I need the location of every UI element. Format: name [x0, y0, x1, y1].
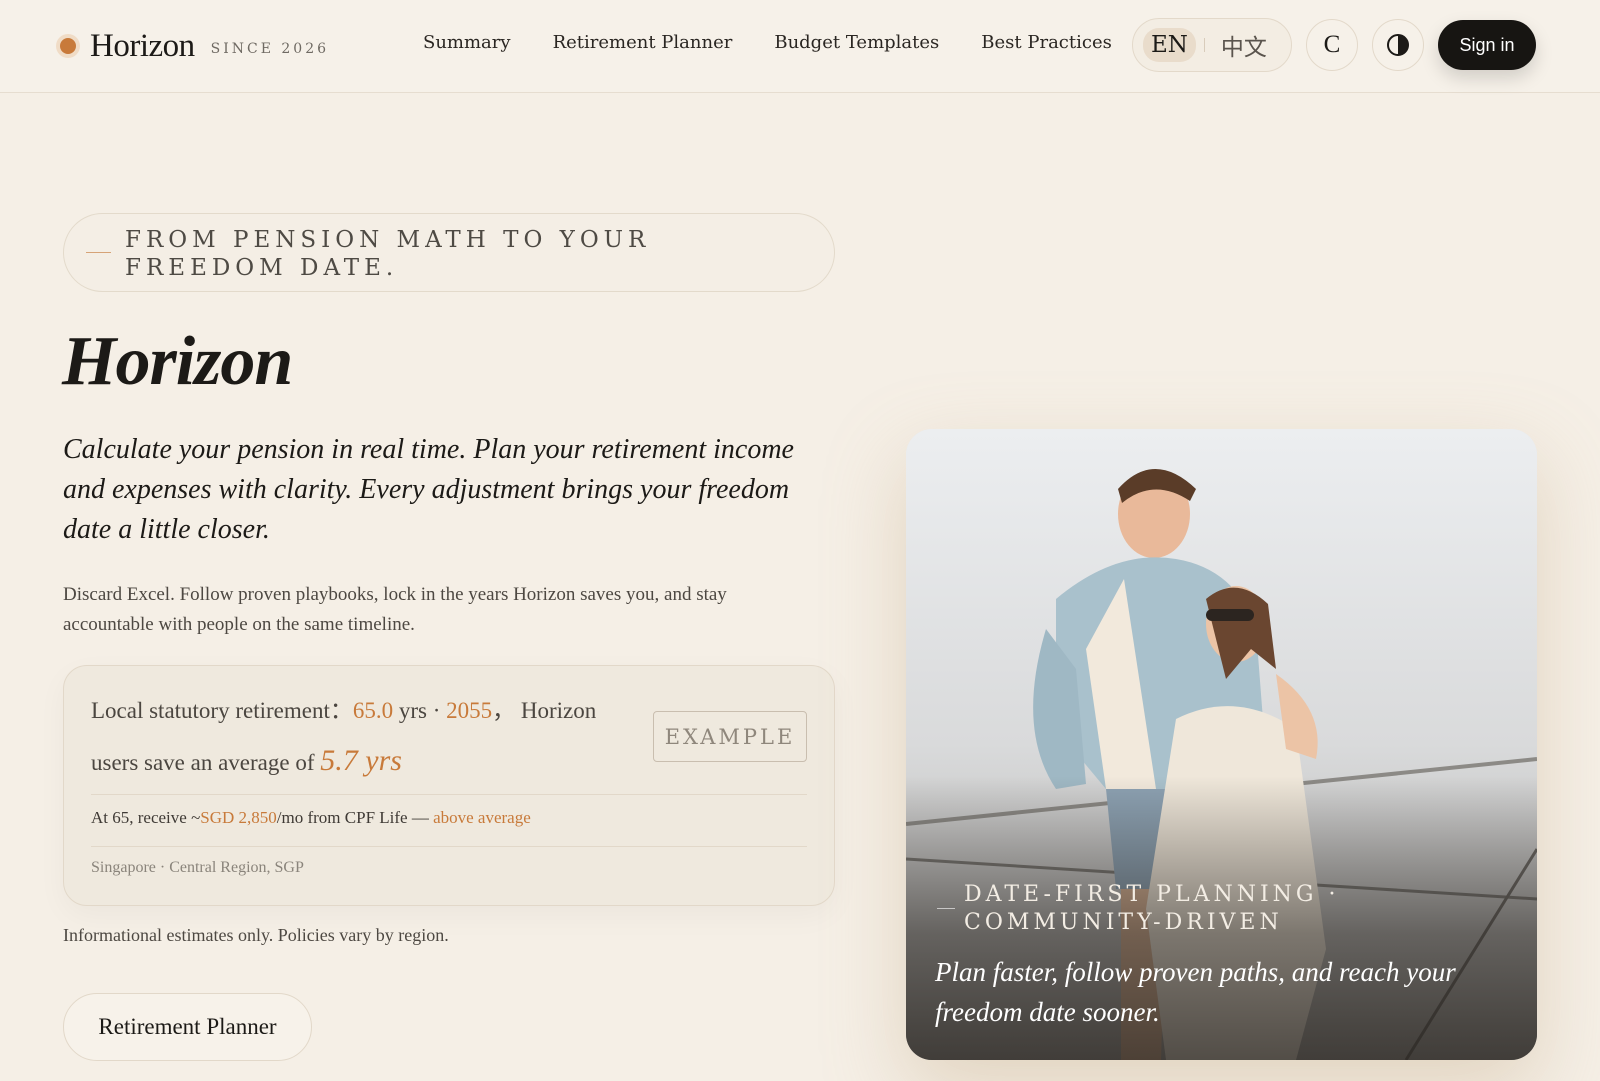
hero-eyebrow-text: From pension math to your freedom date.	[125, 227, 651, 281]
stat-years-saved: 5.7 yrs	[320, 744, 402, 777]
nav-summary[interactable]: Summary	[423, 32, 511, 53]
lang-en-button[interactable]: EN	[1143, 28, 1196, 62]
cpf-rating: above average	[433, 808, 531, 827]
stat-prefix: Local statutory retirement：	[91, 698, 353, 723]
cpf-suffix: /mo from CPF Life —	[276, 808, 434, 827]
stat-summary: Local statutory retirement：65.0 yrs · 20…	[91, 686, 631, 788]
stat-age: 65.0	[352, 698, 394, 723]
theme-toggle-button[interactable]	[1372, 19, 1424, 71]
hero-subtext: Discard Excel. Follow proven playbooks, …	[63, 584, 727, 635]
hero-eyebrow-pill: From pension math to your freedom date.	[63, 213, 835, 292]
top-navbar: Horizon SINCE 2026 Summary Retirement Pl…	[0, 0, 1600, 93]
hero-title: Horizon	[62, 323, 293, 400]
nav-retirement-planner[interactable]: Retirement Planner	[553, 32, 733, 53]
location-text: Singapore · Central Region, SGP	[91, 859, 304, 876]
eyebrow-dash	[86, 252, 111, 253]
stat-divider	[91, 846, 807, 847]
nav-budget-templates[interactable]: Budget Templates	[774, 32, 939, 53]
stat-age-unit: yrs ·	[393, 698, 447, 723]
photo-quote: Plan faster, follow proven paths, and re…	[935, 957, 1456, 1027]
photo-eyebrow-dash	[937, 908, 955, 909]
stat-divider	[91, 794, 807, 795]
cpf-prefix: At 65, receive ~	[91, 808, 201, 827]
retirement-stat-card: Local statutory retirement：65.0 yrs · 20…	[63, 665, 835, 906]
photo-eyebrow: Date-first planning · community-driven	[964, 882, 1340, 935]
brand-since: SINCE 2026	[210, 41, 330, 57]
main-nav: Summary Retirement Planner Budget Templa…	[423, 32, 1154, 53]
disclaimer: Informational estimates only. Policies v…	[63, 925, 449, 945]
lang-divider	[1203, 38, 1205, 52]
lang-zh-button[interactable]: 中文	[1213, 24, 1275, 66]
nav-best-practices[interactable]: Best Practices	[981, 32, 1112, 53]
brand-dot-icon	[60, 38, 76, 54]
brand-logo[interactable]: Horizon SINCE 2026	[60, 26, 329, 66]
retirement-planner-button[interactable]: Retirement Planner	[63, 993, 312, 1061]
contrast-icon	[1387, 34, 1409, 56]
language-switcher: EN 中文	[1132, 18, 1292, 72]
cpf-payout-line: At 65, receive ~SGD 2,850/mo from CPF Li…	[91, 808, 531, 828]
stat-year: 2055	[446, 698, 493, 723]
hero-photo-card: Date-first planning · community-driven P…	[906, 429, 1537, 1060]
currency-button[interactable]: C	[1306, 19, 1358, 71]
cpf-amount: SGD 2,850	[200, 808, 277, 827]
brand-name: Horizon	[90, 27, 195, 64]
hero-lead: Calculate your pension in real time. Pla…	[63, 434, 794, 545]
example-badge: EXAMPLE	[653, 711, 807, 762]
sign-in-button[interactable]: Sign in	[1438, 20, 1536, 70]
